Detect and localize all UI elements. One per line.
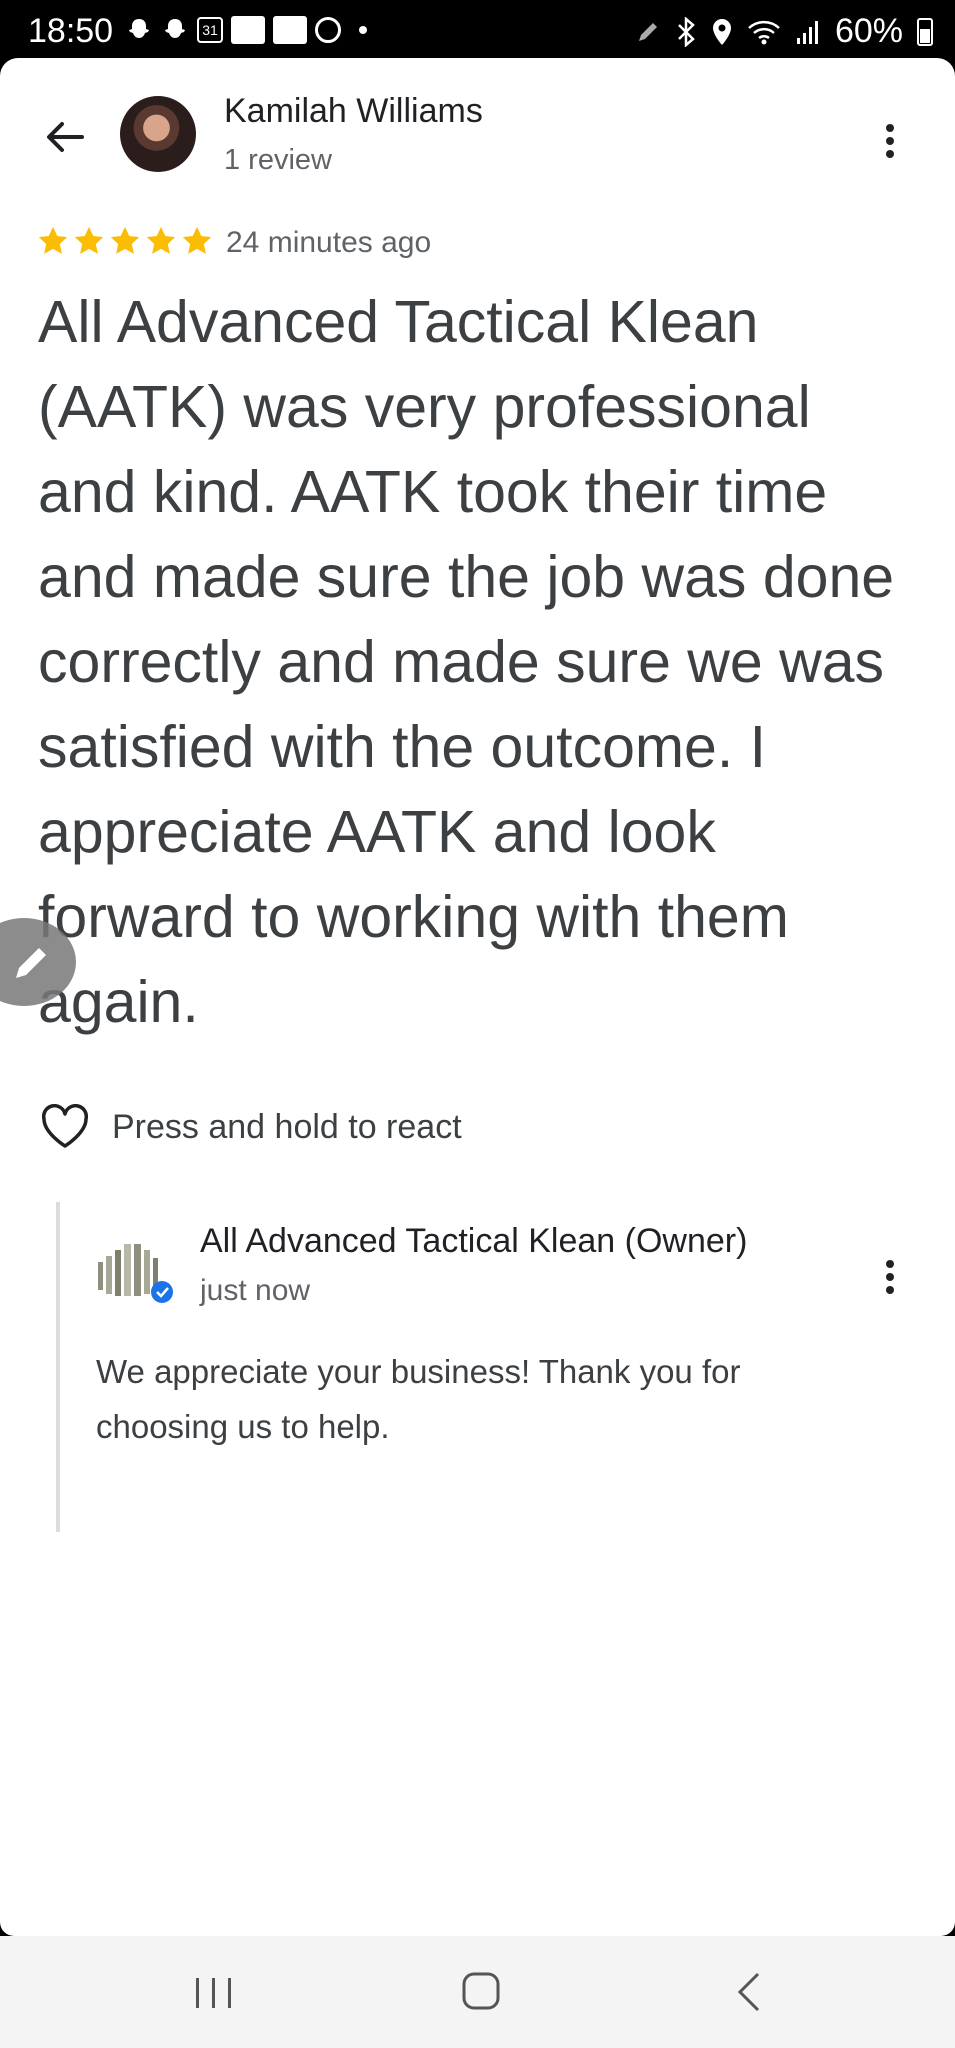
pencil-icon <box>16 948 46 978</box>
back-icon <box>737 1972 760 2012</box>
dot-icon <box>359 26 367 34</box>
react-label[interactable]: Press and hold to react <box>112 1108 462 1147</box>
recents-button[interactable] <box>184 1966 244 2018</box>
arrow-back-icon <box>47 122 84 152</box>
calendar-icon: 31 <box>197 17 223 43</box>
home-button[interactable] <box>452 1966 512 2018</box>
system-nav-bar <box>0 1936 955 2048</box>
status-bar: 18:50 31 60% <box>0 0 955 58</box>
star-rating <box>36 224 214 258</box>
recents-icon <box>196 1978 231 2008</box>
business-logo-icon <box>98 1244 173 1303</box>
owner-more-options-button[interactable] <box>870 1250 910 1304</box>
heart-icon <box>41 1104 89 1148</box>
bluetooth-icon <box>678 16 695 47</box>
more-vert-icon <box>886 1260 894 1294</box>
owner-reply-divider <box>56 1202 60 1532</box>
snapchat-icon <box>161 16 189 44</box>
nav-back-button[interactable] <box>720 1966 780 2018</box>
battery-icon <box>917 17 933 46</box>
system-icons: 60% <box>635 12 933 51</box>
reviewer-name[interactable]: Kamilah Williams <box>224 92 483 131</box>
circle-icon <box>315 17 341 43</box>
reviewer-review-count: 1 review <box>224 144 332 176</box>
owner-reply-text: We appreciate your business! Thank you f… <box>96 1353 741 1445</box>
status-time: 18:50 <box>28 12 114 50</box>
owner-reply-time: just now <box>200 1274 311 1307</box>
home-icon <box>462 1972 500 2010</box>
review-sheet: Kamilah Williams 1 review 24 minutes ago… <box>0 58 955 1936</box>
star-icon <box>74 226 104 254</box>
star-icon <box>110 226 140 254</box>
react-button[interactable] <box>40 1104 90 1150</box>
owner-name: All Advanced Tactical Klean (Owner) <box>200 1222 748 1260</box>
app-thumbnail-icon <box>273 16 307 44</box>
wifi-icon <box>748 20 780 44</box>
app-thumbnail-icon <box>231 16 265 44</box>
back-button[interactable] <box>38 110 92 164</box>
more-vert-icon <box>886 124 894 158</box>
star-icon <box>182 226 212 254</box>
location-icon <box>712 18 731 45</box>
snapchat-icon <box>125 16 153 44</box>
battery-percent: 60% <box>834 12 903 50</box>
signal-icon <box>796 20 818 44</box>
owner-logo[interactable] <box>96 1236 176 1310</box>
pen-icon <box>638 22 657 41</box>
reviewer-avatar[interactable] <box>120 96 196 172</box>
star-icon <box>38 226 68 254</box>
more-options-button[interactable] <box>870 114 910 168</box>
star-icon <box>146 226 176 254</box>
notification-icons: 31 <box>125 16 367 44</box>
review-time: 24 minutes ago <box>226 226 432 259</box>
review-text: All Advanced Tactical Klean (AATK) was v… <box>38 289 895 1035</box>
